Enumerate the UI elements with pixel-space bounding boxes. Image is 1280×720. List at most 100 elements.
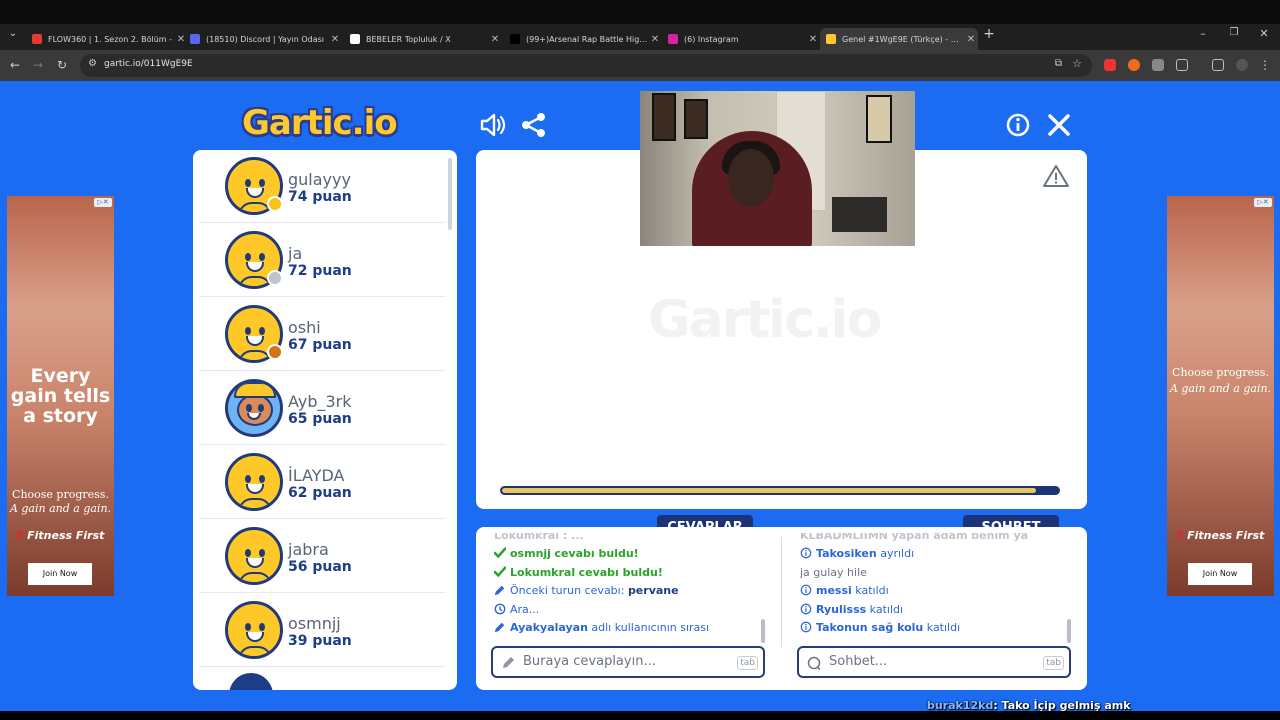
fitness-first-logo-icon: F [1176, 529, 1185, 542]
player-list-scrollbar[interactable] [448, 158, 452, 230]
extension-red-icon[interactable] [1104, 59, 1116, 71]
browser-menu-icon[interactable]: ⋮ [1258, 58, 1272, 72]
message-text: cevabı buldu! [554, 547, 639, 560]
wall-poster [684, 99, 708, 139]
browser-tab[interactable]: (18510) Discord | Yayın Odası ✕ [184, 28, 342, 50]
message-text: katıldı [926, 621, 961, 635]
extension-orange-icon[interactable] [1128, 59, 1140, 71]
wall-poster [652, 93, 676, 141]
sound-icon[interactable] [479, 111, 507, 139]
player-row[interactable]: osmnjj 39 puan [199, 594, 445, 667]
info-icon [800, 622, 812, 633]
ad-choices-icon[interactable]: ▷✕ [1254, 198, 1272, 207]
message-text: adlı kullanıcının sırası [591, 621, 710, 635]
left-ad-banner[interactable]: ▷✕ Every gain tells a story Choose progr… [7, 196, 114, 596]
previous-answer: pervane [627, 584, 679, 598]
player-row[interactable]: ja 72 puan [199, 224, 445, 297]
tab-close-icon[interactable]: ✕ [488, 34, 502, 45]
answer-input-box[interactable]: tab [491, 646, 765, 678]
forward-icon[interactable]: → [31, 58, 45, 72]
rank-medal-icon [267, 270, 283, 286]
pencil-icon [494, 585, 505, 596]
desk [832, 197, 887, 232]
install-icon[interactable]: ⧉ [1055, 58, 1062, 69]
canvas-watermark: Gartic.io [648, 290, 882, 350]
player-row[interactable]: İLAYDA 62 puan [199, 446, 445, 519]
extensions-puzzle-icon[interactable] [1176, 59, 1188, 71]
tab-title: Genel #1WgE9E (Türkçe) - Gartic [842, 34, 964, 44]
ad-tagline-2: A gain and a gain. [9, 502, 112, 515]
streamer-face [728, 149, 774, 207]
answer-tab-hint: tab [737, 656, 758, 670]
extension-gray-icon[interactable] [1152, 59, 1164, 71]
rank-medal-icon [267, 196, 283, 212]
player-name: jabra [288, 540, 329, 559]
answer-input[interactable] [523, 654, 723, 669]
bottom-strip [0, 711, 1280, 720]
new-tab-button[interactable]: + [982, 26, 996, 42]
player-points: 65 puan [288, 411, 352, 427]
answers-scrollbar[interactable] [761, 619, 765, 643]
chat-input-box[interactable]: tab [797, 646, 1071, 678]
browser-tab-strip: ⌄ FLOW360 | 1. Sezon 2. Bölüm - ✕ (18510) … [0, 24, 1280, 50]
profile-avatar[interactable] [1236, 59, 1248, 71]
back-icon[interactable]: ← [8, 58, 22, 72]
chat-bubble-icon [807, 656, 821, 670]
browser-tab[interactable]: Genel #1WgE9E (Türkçe) - Gartic ✕ [820, 28, 978, 50]
player-points: 62 puan [288, 485, 352, 501]
window-close-icon[interactable]: ✕ [1257, 27, 1271, 40]
message-user: Takosiken [816, 547, 877, 560]
stream-chat-overlay: burak12kd: Tako İçip gelmiş amk [927, 699, 1131, 712]
minimize-icon[interactable]: – [1196, 27, 1210, 40]
tab-close-icon[interactable]: ✕ [648, 34, 662, 45]
report-warning-icon[interactable] [1043, 164, 1069, 188]
browser-tab[interactable]: (99+)Arsenal Rap Battle Highlights✕ [504, 28, 662, 50]
ad-join-button[interactable]: Join Now [1188, 563, 1252, 585]
reload-icon[interactable]: ↻ [55, 58, 69, 72]
player-row[interactable]: oshi 67 puan [199, 298, 445, 371]
player-points: 72 puan [288, 263, 352, 279]
tab-close-icon[interactable]: ✕ [964, 34, 978, 45]
url-bar[interactable]: ⚙ gartic.io/011WgE9E ⧉ ☆ [80, 54, 1092, 77]
chat-message: Ara... [494, 603, 539, 616]
site-info-icon[interactable]: ⚙ [88, 58, 97, 69]
player-row[interactable]: Ayb_3rk 65 puan [199, 372, 445, 445]
chat-message: Takonun sağ kolu katıldı [800, 621, 960, 634]
tab-close-icon[interactable]: ✕ [806, 34, 820, 45]
tab-close-icon[interactable]: ✕ [328, 34, 342, 45]
check-icon [494, 547, 506, 559]
player-name: oshi [288, 318, 321, 337]
chat-input[interactable] [829, 654, 1029, 669]
message-text: Önceki turun cevabı: [510, 584, 625, 598]
tab-title: (6) Instagram [684, 34, 739, 44]
player-row[interactable]: jabra 56 puan [199, 520, 445, 593]
ad-brand: F Fitness First [16, 529, 105, 542]
share-icon[interactable] [520, 111, 548, 139]
chat-tab-hint: tab [1043, 656, 1064, 670]
tab-search-icon[interactable]: ⌄ [6, 28, 20, 39]
chat-message: Ryulisss katıldı [800, 603, 903, 616]
player-row[interactable]: gulayyy 74 puan [199, 150, 445, 223]
message-user: Takonun sağ kolu [816, 621, 924, 635]
player-name: osmnjj [288, 614, 341, 633]
info-icon [800, 547, 812, 559]
browser-tab[interactable]: BEBELER Topluluk / X ✕ [344, 28, 502, 50]
pencil-icon [503, 657, 514, 668]
ad-join-button[interactable]: Join Now [28, 563, 92, 585]
right-ad-banner[interactable]: ▷✕ Choose progress. A gain and a gain. F… [1167, 196, 1274, 596]
chat-scrollbar[interactable] [1067, 619, 1071, 643]
message-text: cevabı buldu! [578, 565, 663, 579]
browser-tab[interactable]: FLOW360 | 1. Sezon 2. Bölüm - ✕ [26, 28, 188, 50]
message-text: katıldı [869, 602, 904, 616]
restore-icon[interactable]: ❐ [1227, 27, 1241, 38]
exit-icon[interactable] [1045, 111, 1073, 139]
tab-favicon-icon [350, 34, 360, 44]
reading-list-icon[interactable] [1212, 59, 1224, 71]
tab-title: (99+)Arsenal Rap Battle Highlights [526, 34, 648, 44]
bookmark-star-icon[interactable]: ☆ [1072, 57, 1082, 70]
message-text: katıldı [855, 584, 889, 598]
ad-choices-icon[interactable]: ▷✕ [94, 198, 112, 207]
browser-tab[interactable]: (6) Instagram ✕ [662, 28, 820, 50]
message-user: osmnjj [510, 547, 551, 560]
info-icon[interactable] [1004, 111, 1032, 139]
